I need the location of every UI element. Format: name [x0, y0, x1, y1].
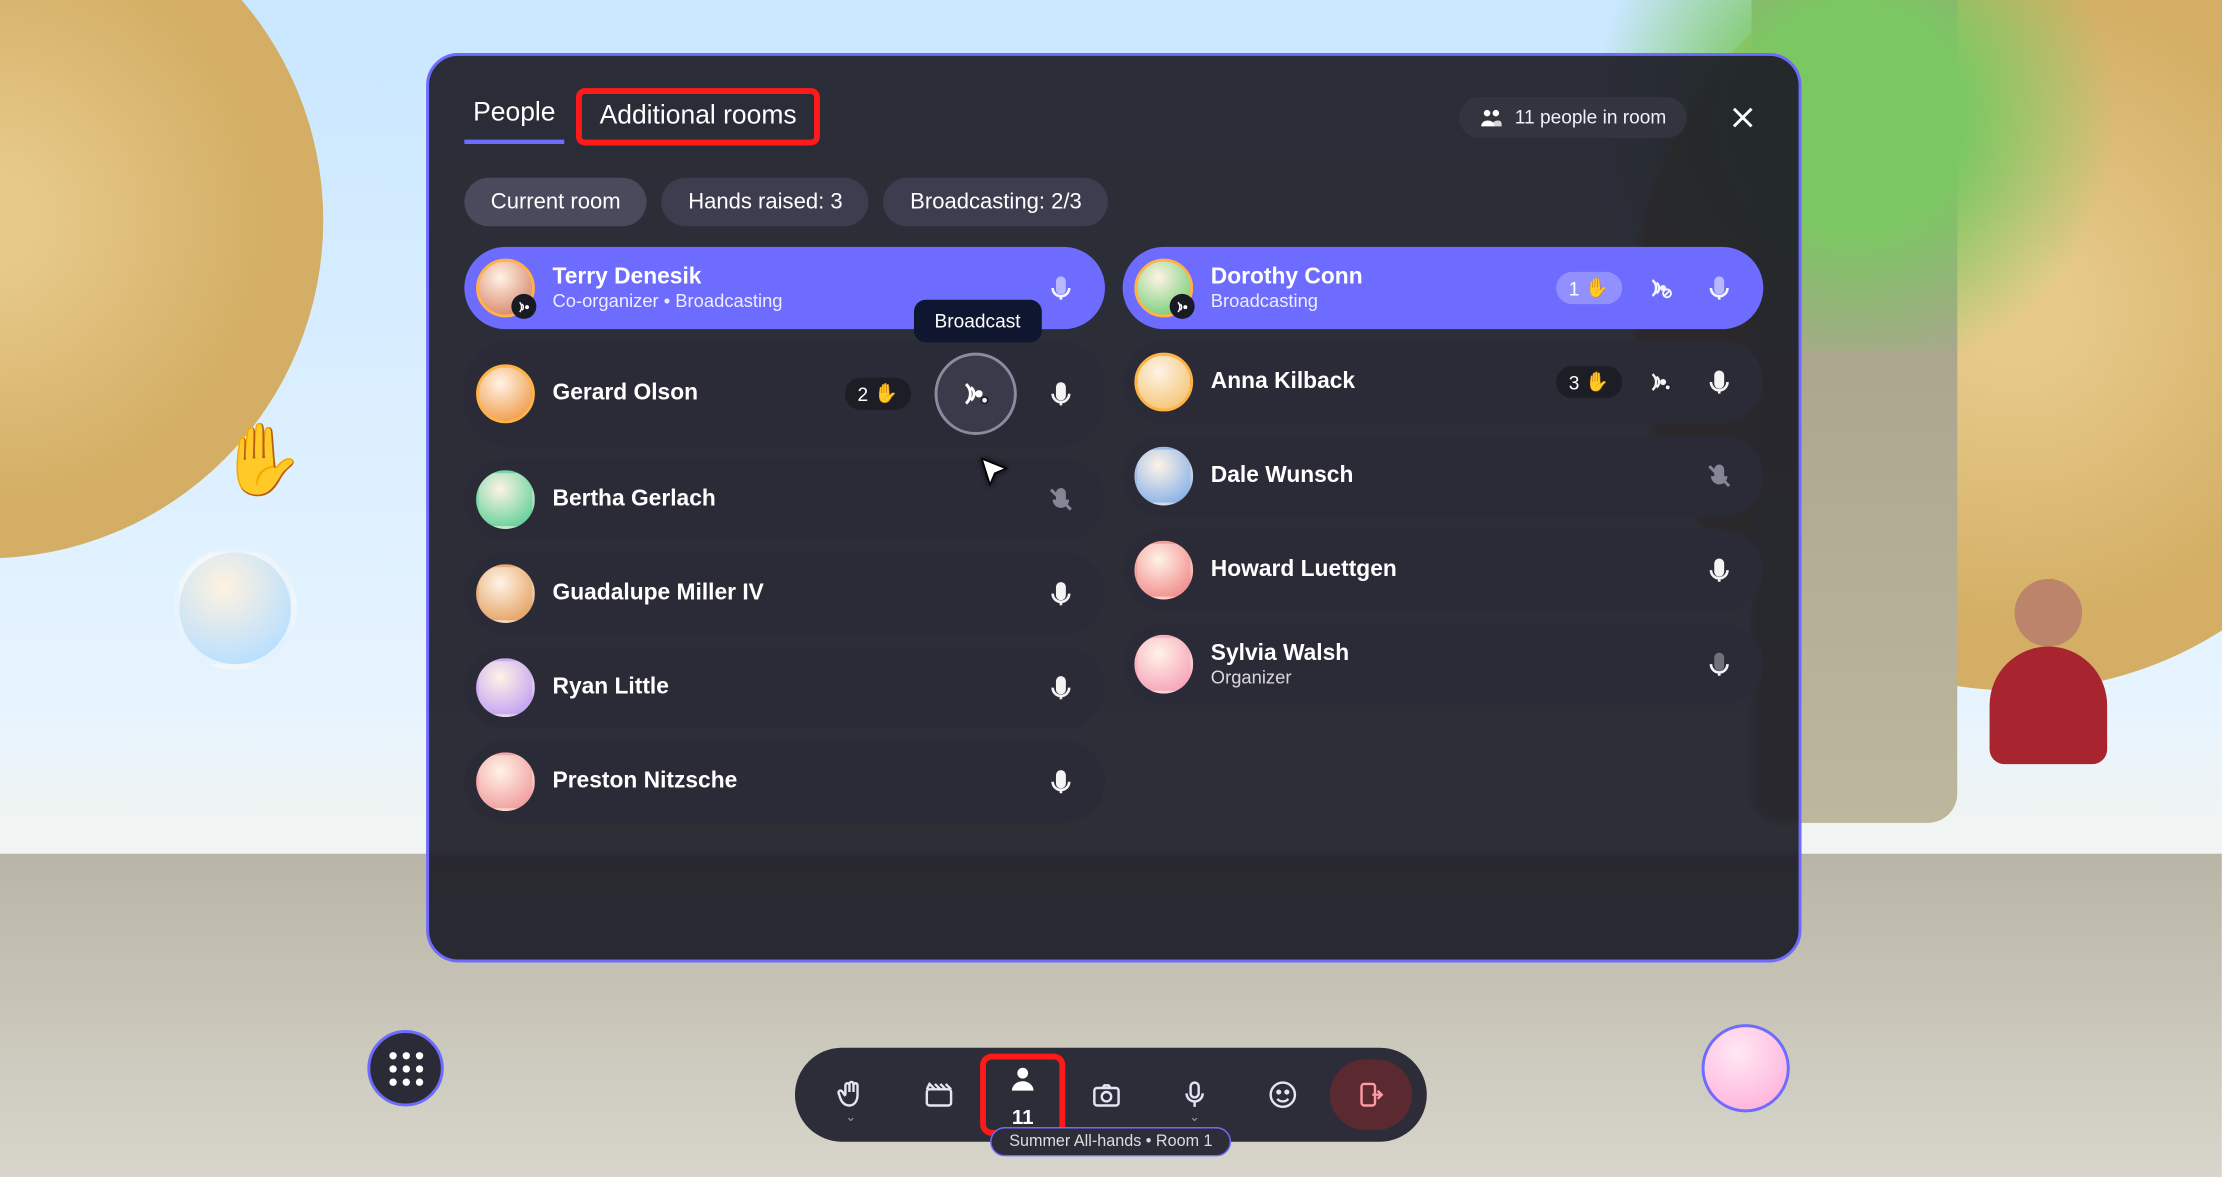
avatar	[1134, 541, 1193, 600]
mic-icon[interactable]	[1040, 267, 1081, 308]
leave-button[interactable]	[1330, 1059, 1412, 1130]
filter-hands-raised[interactable]: Hands raised: 3	[662, 178, 869, 226]
broadcast-tooltip: Broadcast	[914, 300, 1041, 343]
participant-name: Howard Luettgen	[1211, 557, 1397, 583]
people-panel: People Additional rooms 11 people in roo…	[426, 53, 1801, 963]
participant-subtitle: Co-organizer • Broadcasting	[552, 291, 782, 312]
mic-icon[interactable]	[1040, 373, 1081, 414]
clapboard-icon	[923, 1079, 955, 1111]
mouse-cursor-icon	[979, 456, 1011, 497]
people-count: 11	[1012, 1104, 1034, 1128]
participant-name: Dorothy Conn	[1211, 264, 1363, 290]
participant-name: Ryan Little	[552, 675, 668, 701]
raised-hand-icon: ✋	[217, 417, 305, 501]
people-button[interactable]: 11	[986, 1059, 1059, 1130]
mic-icon[interactable]	[1040, 761, 1081, 802]
mic-icon	[1178, 1079, 1210, 1111]
filter-broadcasting[interactable]: Broadcasting: 2/3	[884, 178, 1108, 226]
participant-row[interactable]: Howard Luettgen	[1123, 529, 1764, 611]
participant-row[interactable]: Anna Kilback 3✋	[1123, 341, 1764, 423]
mic-icon[interactable]	[1040, 573, 1081, 614]
participant-row[interactable]: Ryan Little	[464, 647, 1105, 729]
avatar	[1134, 259, 1193, 318]
participants-column-right: Dorothy ConnBroadcasting 1✋ Anna Kilback 3✋…	[1123, 247, 1764, 823]
broadcast-icon[interactable]	[1640, 361, 1681, 402]
participant-name: Sylvia Walsh	[1211, 641, 1349, 667]
broadcast-icon[interactable]	[1640, 267, 1681, 308]
clapboard-button[interactable]	[898, 1059, 980, 1130]
camera-button[interactable]	[1065, 1059, 1147, 1130]
avatar	[476, 470, 535, 529]
mic-icon[interactable]	[1699, 550, 1740, 591]
participant-row[interactable]: Dale Wunsch	[1123, 435, 1764, 517]
self-avatar[interactable]	[1702, 1024, 1790, 1112]
hand-order-pill: 1✋	[1555, 272, 1622, 304]
mic-icon[interactable]	[1699, 361, 1740, 402]
mic-muted-icon[interactable]	[1699, 456, 1740, 497]
avatar	[476, 259, 535, 318]
participant-name: Bertha Gerlach	[552, 487, 715, 513]
participant-name: Preston Nitzsche	[552, 769, 737, 795]
broadcast-badge-icon	[1170, 294, 1195, 319]
tab-people[interactable]: People	[464, 90, 564, 143]
hand-raise-button[interactable]: ⌄	[810, 1059, 892, 1130]
remote-avatar	[1960, 579, 2136, 814]
participant-row[interactable]: Preston Nitzsche	[464, 741, 1105, 823]
participant-subtitle: Broadcasting	[1211, 291, 1363, 312]
tab-additional-rooms[interactable]: Additional rooms	[576, 88, 820, 145]
mic-icon[interactable]	[1040, 667, 1081, 708]
hand-order-pill: 3✋	[1555, 366, 1622, 398]
participant-subtitle: Organizer	[1211, 667, 1349, 688]
leave-icon	[1355, 1079, 1387, 1111]
participant-row[interactable]: Sylvia WalshOrganizer	[1123, 623, 1764, 705]
mic-icon[interactable]	[1699, 267, 1740, 308]
person-icon	[1007, 1062, 1039, 1094]
mic-muted-icon[interactable]	[1040, 479, 1081, 520]
mic-button[interactable]: ⌄	[1153, 1059, 1235, 1130]
participant-name: Terry Denesik	[552, 264, 782, 290]
participant-name: Gerard Olson	[552, 381, 698, 407]
close-icon	[1728, 102, 1757, 131]
participant-row[interactable]: Dorothy ConnBroadcasting 1✋	[1123, 247, 1764, 329]
avatar	[1134, 635, 1193, 694]
participant-name: Anna Kilback	[1211, 369, 1355, 395]
participant-name: Dale Wunsch	[1211, 463, 1354, 489]
filter-current-room[interactable]: Current room	[464, 178, 647, 226]
mic-icon[interactable]	[1699, 644, 1740, 685]
avatar	[1134, 353, 1193, 412]
avatar	[476, 658, 535, 717]
avatar	[476, 364, 535, 423]
remote-avatar	[173, 547, 296, 670]
avatar	[476, 752, 535, 811]
room-count-label: 11 people in room	[1515, 106, 1667, 128]
avatar	[1134, 447, 1193, 506]
raised-hand-icon: ✋	[874, 382, 898, 406]
participant-row[interactable]: Gerard Olson 2✋	[464, 341, 1105, 447]
room-count-chip[interactable]: 11 people in room	[1459, 96, 1687, 137]
raised-hand-icon: ✋	[1585, 370, 1609, 394]
emoji-button[interactable]	[1242, 1059, 1324, 1130]
emoji-icon	[1267, 1079, 1299, 1111]
hand-icon	[835, 1079, 867, 1111]
participant-name: Guadalupe Miller IV	[552, 581, 763, 607]
session-label: Summer All-hands • Room 1	[990, 1127, 1232, 1156]
broadcast-toggle-button[interactable]	[935, 353, 1017, 435]
camera-icon	[1090, 1079, 1122, 1111]
close-button[interactable]	[1722, 96, 1763, 137]
hand-order-pill: 2✋	[844, 378, 911, 410]
broadcast-badge-icon	[511, 294, 536, 319]
raised-hand-icon: ✋	[1585, 276, 1609, 300]
avatar	[476, 564, 535, 623]
participant-row[interactable]: Guadalupe Miller IV	[464, 552, 1105, 634]
